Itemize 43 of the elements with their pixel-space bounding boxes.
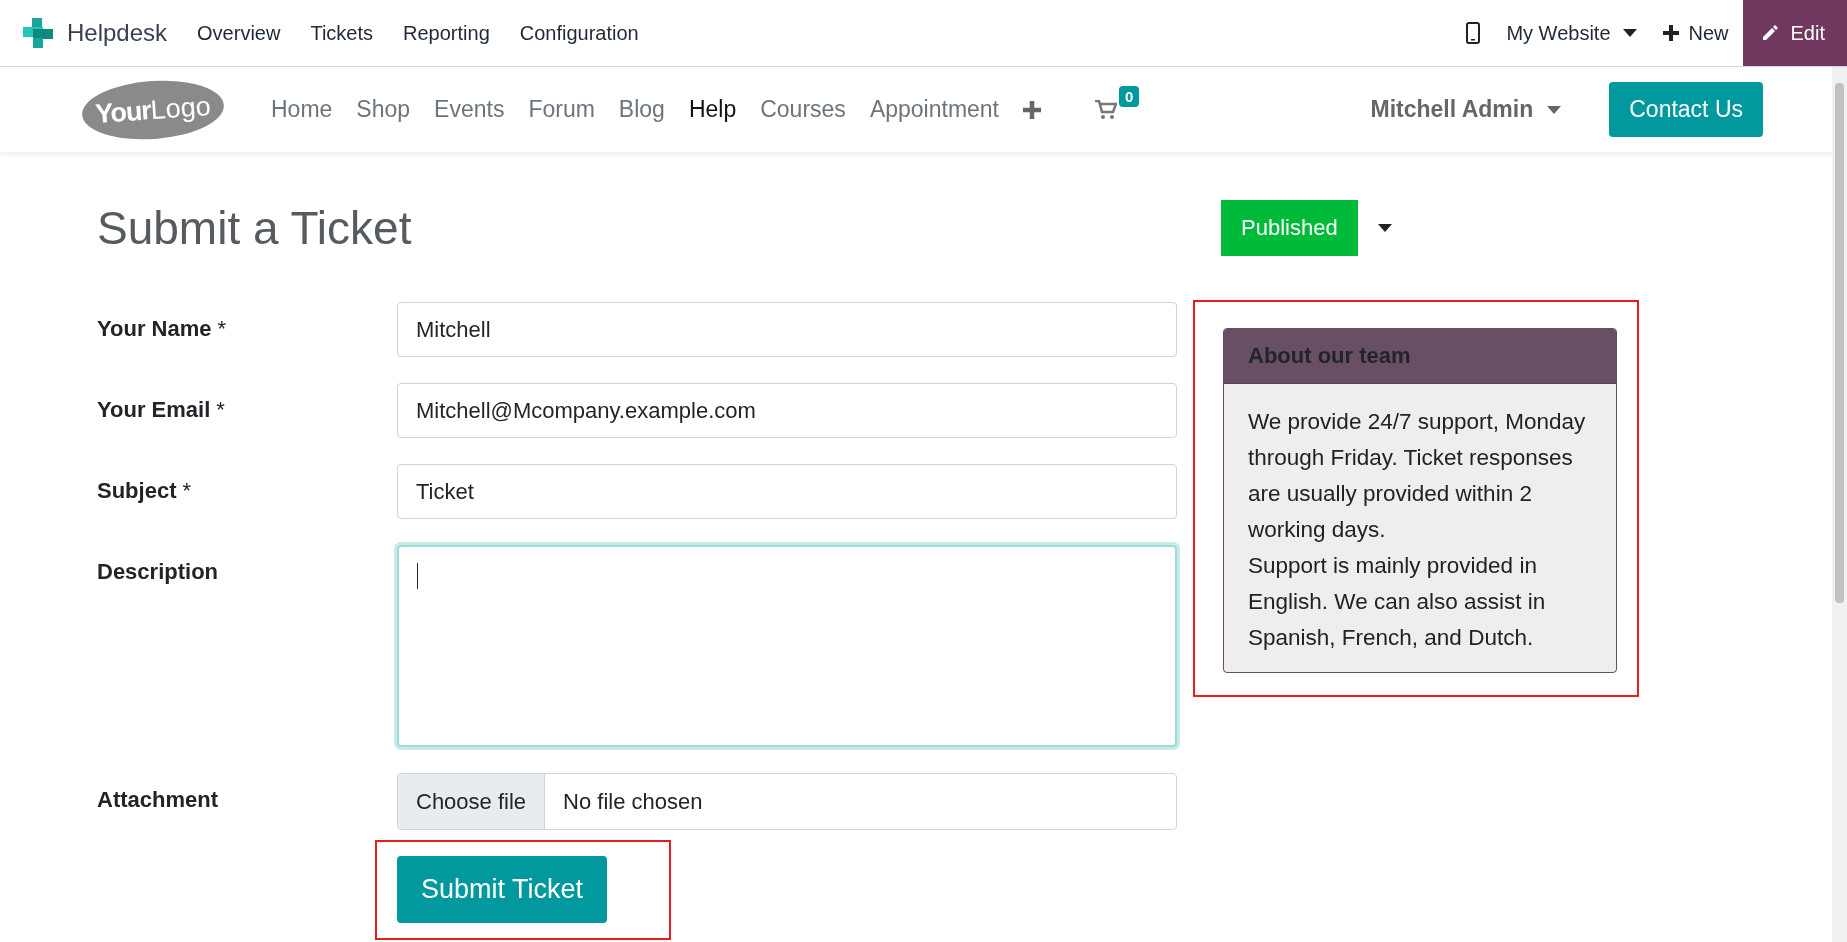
field-label: Description [97,558,220,586]
caret-icon [1547,105,1562,114]
nav-link[interactable]: Events [434,96,505,123]
edit-button[interactable]: Edit [1742,0,1847,66]
field-label: Attachment [97,786,219,814]
nav-link[interactable]: Blog [618,96,665,123]
caret-icon [1622,29,1637,37]
plus-icon [1662,25,1679,41]
new-button[interactable]: New [1662,21,1729,45]
card-title: About our team [1224,329,1616,384]
cart-count-badge: 0 [1119,86,1140,107]
field-label: Subject * [97,477,193,505]
menu-item[interactable]: Tickets [310,21,374,45]
user-menu[interactable]: Mitchell Admin [1370,96,1562,123]
nav-link[interactable]: Shop [356,96,411,123]
field-label: Your Email * [97,396,226,424]
app-logo-icon[interactable] [21,16,55,50]
nav-link[interactable]: Appointment [869,96,999,123]
file-input[interactable]: Choose file No file chosen [397,773,1177,830]
caret-icon[interactable] [1377,224,1392,232]
menu-item[interactable]: Configuration [519,21,639,45]
text-input[interactable]: Ticket [397,464,1177,519]
mobile-phone-icon[interactable] [1466,22,1481,44]
website-switcher[interactable]: My Website [1506,21,1637,45]
plus-icon[interactable] [1023,100,1041,119]
field-label: Your Name * [97,315,228,343]
pencil-icon [1760,24,1779,42]
menu-item[interactable]: Overview [197,21,281,45]
about-text: We provide 24/7 support, Monday through Friday. Ticket responses are usually provided within 2 working days. [1248,408,1587,544]
page-title: Submit a Ticket [97,201,413,256]
nav-link[interactable]: Forum [528,96,595,123]
nav-link[interactable]: Help [688,96,737,123]
file-status: No file chosen [562,787,704,816]
scrollbar[interactable] [1832,67,1847,942]
menu-item[interactable]: Reporting [403,21,490,45]
cart-icon[interactable] [1095,99,1117,120]
choose-file-button[interactable]: Choose file [398,774,546,829]
about-text: Support is mainly provided in English. We can also assist in Spanish, French, and Dutch. [1248,552,1547,652]
nav-link[interactable]: Courses [760,96,846,123]
text-input[interactable]: Mitchell [397,302,1177,357]
app-name[interactable]: Helpdesk [67,19,168,47]
nav-link[interactable]: Home [271,96,333,123]
text-input[interactable]: Mitchell@Mcompany.example.com [397,383,1177,438]
